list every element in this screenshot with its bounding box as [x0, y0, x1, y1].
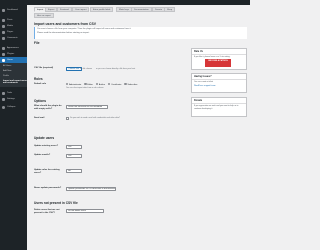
- notice-line-2: Please read the documentation before sta…: [37, 31, 90, 34]
- role-option[interactable]: Contributor: [108, 83, 121, 86]
- support-forum-link[interactable]: WordPress support forum: [192, 85, 246, 88]
- issues-box: Having Issues? You can create a ticket W…: [191, 73, 247, 93]
- settings-icon: [2, 97, 5, 101]
- tab-export[interactable]: Export: [45, 7, 58, 12]
- update-section-title: Update users: [34, 136, 55, 140]
- users-submenu: All Users Add New Profile Import and exp…: [0, 63, 27, 87]
- sidebar-item-collapse[interactable]: Collapse: [0, 104, 27, 110]
- pages-icon: [2, 30, 5, 34]
- roles-hint: You can also import roles from a role co…: [66, 87, 104, 89]
- update-existing-select[interactable]: Yes: [66, 145, 82, 149]
- update-emails-label: Update emails?: [34, 154, 51, 156]
- not-present-section-title: Users not present in CSV file: [34, 201, 78, 205]
- send-mail-label: Send mail: [34, 117, 45, 119]
- role-checkboxes: Administrator Editor Author Contributor …: [66, 83, 137, 86]
- passwords-label: Never update passwords?: [34, 187, 62, 189]
- tab-cron-import[interactable]: Cron import: [72, 7, 90, 12]
- send-mail-hint: Do you wish to send a mail with credenti…: [70, 116, 120, 119]
- send-mail-checkbox[interactable]: [66, 117, 69, 120]
- main-content: Import Export Frontend Cron import Extra…: [27, 5, 250, 250]
- collapse-icon: [2, 105, 5, 109]
- passwords-select[interactable]: Update passwords as it is described in d…: [66, 187, 116, 191]
- tab-shop[interactable]: Shop: [164, 7, 176, 12]
- donate-box: Donate If you appreciate our work and yo…: [191, 97, 247, 117]
- delete-users-select[interactable]: Do not delete users: [66, 209, 104, 213]
- sidebar-item-settings[interactable]: Settings: [0, 96, 27, 102]
- patron-button[interactable]: BECOME A PATRON: [205, 59, 231, 67]
- file-status: No file chosen: [80, 67, 92, 70]
- role-option[interactable]: Editor: [84, 83, 93, 86]
- users-icon: [2, 58, 5, 62]
- update-roles-select[interactable]: No: [66, 169, 82, 173]
- sidebar-item-dashboard[interactable]: Dashboard: [0, 7, 27, 13]
- update-existing-label: Update existing users?: [34, 145, 59, 147]
- plugins-icon: [2, 52, 5, 56]
- comments-icon: [2, 36, 5, 40]
- role-option[interactable]: Author: [95, 83, 105, 86]
- file-section-title: File: [34, 41, 40, 45]
- sidebar-item-comments[interactable]: Comments: [0, 35, 27, 41]
- role-option[interactable]: Subscriber: [124, 83, 137, 86]
- tab-meta-keys[interactable]: Meta keys: [116, 7, 132, 12]
- empty-cells-label: What should the plugin do with empty cel…: [34, 105, 62, 110]
- csv-file-label: CSV file (required): [34, 67, 54, 69]
- page-title: Import users and customers from CSV: [34, 22, 96, 26]
- tools-icon: [2, 91, 5, 95]
- posts-icon: [2, 18, 5, 22]
- update-emails-select[interactable]: Yes: [66, 154, 82, 158]
- options-section-title: Options: [34, 99, 47, 103]
- import-form: File CSV file (required) Choose File No …: [34, 41, 185, 250]
- tab-extra-profile-fields[interactable]: Extra profile fields: [90, 7, 114, 12]
- empty-cells-select[interactable]: Leave the old value for this metadata: [66, 105, 108, 109]
- appearance-icon: [2, 46, 5, 50]
- nav-tabs: Import Export Frontend Cron import Extra…: [34, 7, 244, 21]
- tab-frontend[interactable]: Frontend: [57, 7, 72, 12]
- default-role-label: Default role: [34, 83, 47, 85]
- donate-text: If you appreciate our work and you want …: [194, 105, 239, 110]
- roles-section-title: Roles: [34, 77, 43, 81]
- admin-sidebar: Dashboard Posts Media Pages Comments App…: [0, 5, 27, 250]
- role-option[interactable]: Administrator: [66, 83, 81, 86]
- file-hint: or you can choose directly a file from y…: [96, 67, 136, 70]
- info-notice: You must choose a file from your compute…: [34, 27, 247, 39]
- tab-hire-an-expert[interactable]: Hire an expert: [34, 13, 54, 18]
- submenu-import-export[interactable]: Import and export users and customers: [0, 79, 27, 86]
- media-icon: [2, 24, 5, 28]
- delete-users-label: Delete users that are not present in the…: [34, 209, 60, 214]
- update-roles-label: Update roles for existing users?: [34, 169, 60, 174]
- tab-documentation[interactable]: Documentation: [131, 7, 152, 12]
- dashboard-icon: [2, 8, 5, 12]
